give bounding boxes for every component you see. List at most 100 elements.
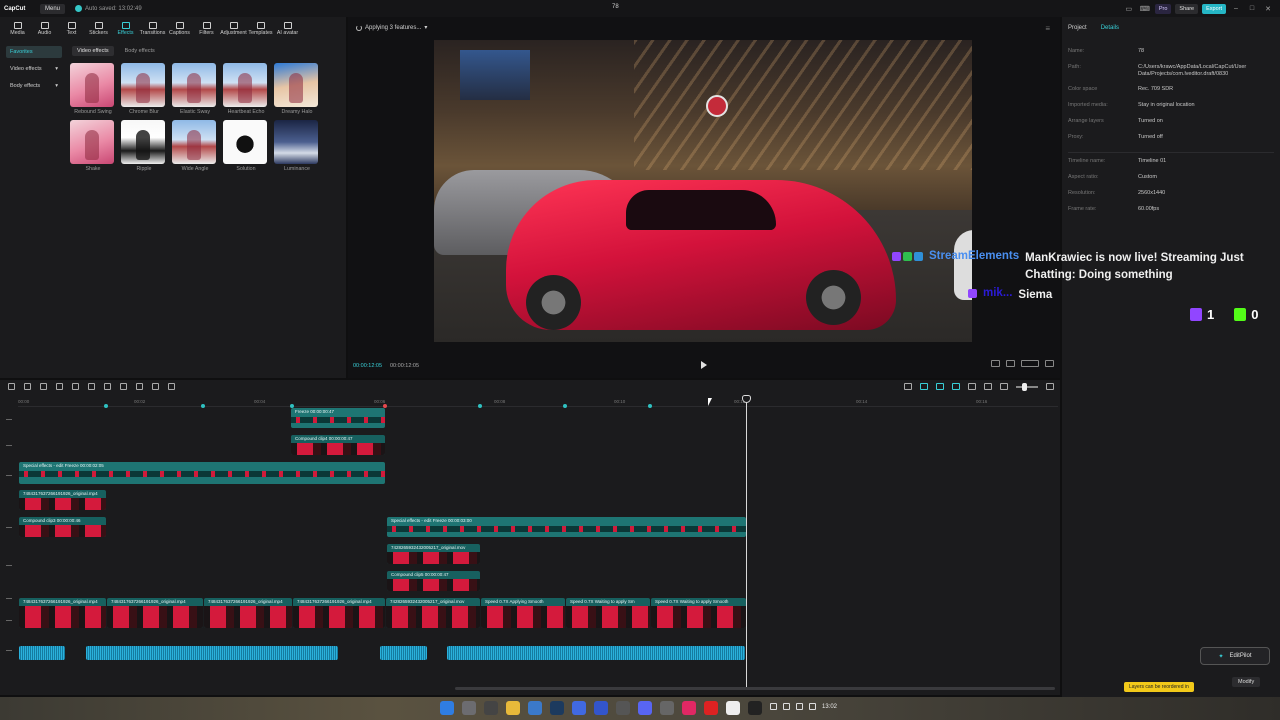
zoom-fit-icon[interactable] [984, 383, 992, 390]
category-favorites[interactable]: Favorites [6, 46, 62, 58]
tiktok-icon[interactable] [682, 701, 696, 715]
timeline-clip[interactable]: 7428265932432005217_original.mov [387, 544, 480, 564]
edge-icon[interactable] [572, 701, 586, 715]
main-track-clip[interactable]: 7484317637266191926_original.mp4 [19, 598, 106, 628]
effect-item[interactable]: Solution [223, 120, 269, 172]
tab-details[interactable]: Details [1101, 25, 1119, 31]
timeline-clip[interactable]: Freeze 00:00:00:47 [291, 408, 385, 428]
tool-audio[interactable]: Audio [33, 17, 56, 40]
minimize-icon[interactable]: – [1230, 5, 1242, 12]
timeline-clip[interactable]: Special effects - edit Freeze 00:00:03:0… [387, 517, 746, 537]
effect-item[interactable]: Shake [70, 120, 116, 172]
timeline-marker[interactable] [563, 404, 567, 408]
timeline-marker[interactable] [104, 404, 108, 408]
chevron-up-icon[interactable] [770, 703, 777, 710]
share-button[interactable]: Share [1175, 3, 1199, 14]
crop-icon[interactable] [152, 383, 159, 390]
app-icon[interactable] [594, 701, 608, 715]
volume-icon[interactable] [796, 703, 803, 710]
layout-icon[interactable]: ▭ [1123, 5, 1135, 13]
effect-item[interactable]: Elastic Sway [172, 63, 218, 115]
tool-ai-avatar[interactable]: AI avatar [276, 17, 299, 40]
timeline-marker[interactable] [648, 404, 652, 408]
app-red-icon[interactable] [704, 701, 718, 715]
select-icon[interactable] [24, 383, 31, 390]
magic-icon[interactable] [168, 383, 175, 390]
playhead[interactable] [746, 396, 747, 689]
category-video-effects[interactable]: Video effects ▾ [6, 63, 62, 75]
timeline-clip[interactable]: Compound clip3 00:00:00:46 [19, 517, 106, 537]
audio-clip[interactable] [380, 646, 427, 660]
tool-captions[interactable]: Captions [168, 17, 191, 40]
tool-icon[interactable] [616, 701, 630, 715]
menu-icon[interactable]: ≡ [1045, 24, 1050, 33]
tool-templates[interactable]: Templates [248, 17, 273, 40]
tool-adjustment[interactable]: Adjustment [220, 17, 247, 40]
pro-button[interactable]: Pro [1154, 3, 1172, 14]
delete-icon[interactable] [120, 383, 127, 390]
modify-button[interactable]: Modify [1232, 677, 1261, 687]
folder-icon[interactable] [506, 701, 520, 715]
caption-track-icon[interactable] [968, 383, 976, 390]
capcut-icon[interactable] [726, 701, 740, 715]
timeline-clip[interactable]: Compound clip4 00:00:00:47 [291, 435, 385, 455]
main-track-clip[interactable]: 7484317637266191926_original.mp4 [107, 598, 203, 628]
effect-item[interactable]: Ripple [121, 120, 167, 172]
effect-item[interactable]: Chrome Blur [121, 63, 167, 115]
menu-button[interactable]: Menu [40, 3, 66, 14]
timeline-marker[interactable] [478, 404, 482, 408]
main-track-clip[interactable]: Speed 0.7X Waiting to apply Sm [566, 598, 650, 628]
ratio-icon[interactable] [1021, 360, 1039, 367]
editpilot-button[interactable]: ✦ EditPilot [1200, 647, 1270, 665]
main-track-clip[interactable]: 7428265932432005217_original.mov [386, 598, 480, 628]
snap-icon[interactable] [936, 383, 944, 390]
split-left-icon[interactable] [88, 383, 95, 390]
main-track-clip[interactable]: 7484317637266191926_original.mp4 [204, 598, 292, 628]
tool-transitions[interactable]: Transitions [140, 17, 165, 40]
zoom-in-icon[interactable] [1046, 383, 1054, 390]
main-track-clip[interactable]: Speed 0.7X Waiting to apply Smooth [651, 598, 746, 628]
network-icon[interactable] [783, 703, 790, 710]
clock[interactable]: 13:02 [822, 704, 837, 710]
chevron-down-icon[interactable]: ▾ [424, 24, 427, 31]
category-body-effects[interactable]: Body effects ▾ [6, 80, 62, 92]
terminal-icon[interactable] [748, 701, 762, 715]
effect-item[interactable]: Luminance [274, 120, 320, 172]
undo-icon[interactable] [40, 383, 47, 390]
obs-icon[interactable] [660, 701, 674, 715]
play-icon[interactable] [701, 361, 707, 369]
tool-media[interactable]: Media [6, 17, 29, 40]
microphone-icon[interactable] [904, 383, 912, 390]
add-icon[interactable] [8, 383, 15, 390]
tool-effects[interactable]: Effects [114, 17, 137, 40]
tool-text[interactable]: Text [60, 17, 83, 40]
quality-icon[interactable] [991, 360, 1000, 367]
main-track-clip[interactable]: 7484317637266191926_original.mp4 [293, 598, 385, 628]
subtab-body-effects[interactable]: Body effects [120, 46, 160, 56]
close-icon[interactable]: ✕ [1262, 5, 1274, 13]
timeline-marker[interactable] [201, 404, 205, 408]
tool-filters[interactable]: Filters [195, 17, 218, 40]
time-ruler[interactable]: 00:00 00:02 00:04 00:06 00:08 00:10 00:1… [18, 397, 1058, 408]
maximize-icon[interactable]: □ [1246, 5, 1258, 12]
zoom-slider[interactable] [1016, 382, 1038, 391]
discord-icon[interactable] [638, 701, 652, 715]
preview-axis-icon[interactable] [952, 383, 960, 390]
audio-clip[interactable] [447, 646, 745, 660]
link-icon[interactable] [920, 383, 928, 390]
fullscreen-icon[interactable] [1045, 360, 1054, 367]
effect-item[interactable]: Dreamy Halo [274, 63, 320, 115]
task-view-icon[interactable] [462, 701, 476, 715]
audio-clip[interactable] [86, 646, 338, 660]
subtab-video-effects[interactable]: Video effects [72, 46, 114, 56]
steam-icon[interactable] [550, 701, 564, 715]
timeline-clip[interactable]: Compound clip5 00:00:00:47 [387, 571, 480, 591]
shortcut-icon[interactable]: ⌨ [1139, 5, 1151, 13]
export-button[interactable]: Export [1202, 3, 1226, 14]
battery-icon[interactable] [809, 703, 816, 710]
main-track-clip[interactable]: Speed 0.7X Applying Smooth [481, 598, 565, 628]
timeline-scrollbar[interactable] [455, 687, 1055, 690]
split-right-icon[interactable] [104, 383, 111, 390]
audio-clip[interactable] [19, 646, 65, 660]
tab-project[interactable]: Project [1068, 25, 1087, 31]
